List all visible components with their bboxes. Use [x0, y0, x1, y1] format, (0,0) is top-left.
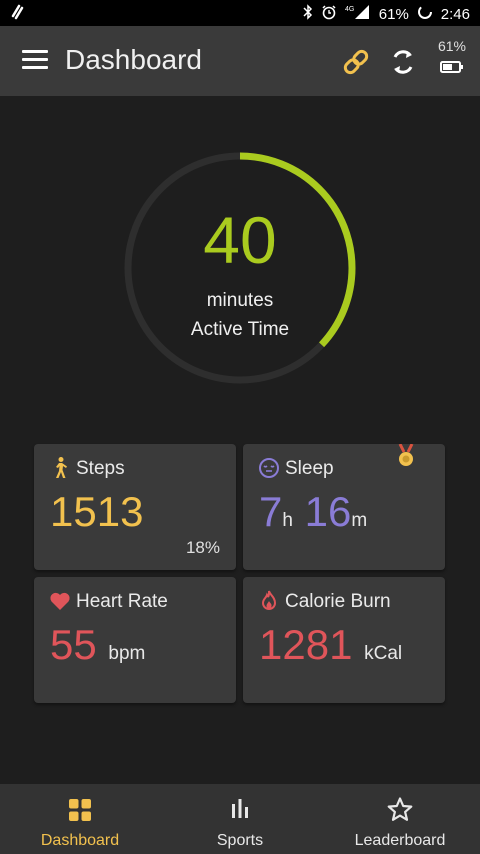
sleep-hours: 7 [259, 488, 283, 535]
heart-rate-value: 55 [50, 621, 97, 668]
device-battery-percent: 61% [437, 38, 467, 54]
calorie-burn-unit: kCal [364, 643, 403, 664]
sync-icon[interactable] [388, 46, 418, 78]
app-bar: Dashboard 61% [0, 26, 480, 96]
link-icon[interactable] [340, 46, 372, 78]
nav-dashboard[interactable]: Dashboard [20, 784, 140, 854]
sleep-minutes: 16 [304, 488, 352, 535]
heart-rate-card[interactable]: Heart Rate 55 bpm [34, 577, 236, 703]
active-time-value: 40 [203, 203, 277, 277]
steps-value: 1513 [50, 488, 144, 535]
heart-icon [48, 589, 72, 613]
sleep-face-icon [257, 456, 281, 480]
active-time-unit: minutes [206, 290, 274, 311]
star-icon [386, 796, 414, 824]
page-title: Dashboard [65, 44, 202, 75]
steps-percent: 18% [185, 538, 220, 557]
steps-title: Steps [76, 458, 125, 479]
alarm-icon [321, 4, 337, 24]
bar-chart-icon [226, 796, 254, 824]
nav-sports[interactable]: Sports [180, 784, 300, 854]
nav-sports-label: Sports [216, 832, 264, 849]
calorie-burn-value-row: 1281 kCal [259, 621, 402, 678]
medal-icon [395, 443, 417, 468]
battery-ring-icon [417, 4, 433, 24]
status-right: 4G 61% 2:46 [303, 4, 470, 24]
status-battery-percent: 61% [378, 5, 409, 23]
heart-rate-value-row: 55 bpm [50, 621, 145, 678]
grid-icon [66, 796, 94, 824]
status-bar: 4G 61% 2:46 [0, 0, 480, 26]
steps-card[interactable]: Steps 1513 18% [34, 444, 236, 570]
battery-icon [440, 60, 464, 73]
hamburger-menu-icon[interactable] [22, 50, 48, 72]
device-battery: 61% [432, 38, 472, 73]
heart-rate-title: Heart Rate [76, 591, 168, 612]
flame-icon [257, 589, 281, 613]
nav-dashboard-label: Dashboard [40, 832, 120, 849]
heart-rate-unit: bpm [108, 643, 146, 664]
active-time-label: Active Time [190, 319, 290, 340]
sleep-card[interactable]: Sleep 7h 16m [243, 443, 445, 570]
bluetooth-icon [303, 4, 313, 24]
nav-leaderboard[interactable]: Leaderboard [340, 784, 460, 854]
bottom-navigation: Dashboard Sports Leaderboard [0, 784, 480, 854]
sleep-hours-unit: h [282, 510, 293, 531]
calorie-burn-title: Calorie Burn [285, 591, 391, 612]
walking-icon [48, 456, 72, 480]
active-time-ring[interactable]: 40 minutes Active Time [122, 150, 358, 386]
sleep-value: 7h 16m [259, 488, 367, 545]
app-notification-icon [10, 4, 24, 24]
calorie-burn-value: 1281 [259, 621, 353, 668]
calorie-burn-card[interactable]: Calorie Burn 1281 kCal [243, 577, 445, 703]
nav-leaderboard-label: Leaderboard [354, 832, 446, 849]
network-type-label: 4G [345, 6, 354, 13]
status-time: 2:46 [440, 5, 470, 23]
sleep-minutes-unit: m [351, 510, 368, 531]
sleep-title: Sleep [285, 458, 334, 479]
signal-icon: 4G [345, 4, 371, 24]
